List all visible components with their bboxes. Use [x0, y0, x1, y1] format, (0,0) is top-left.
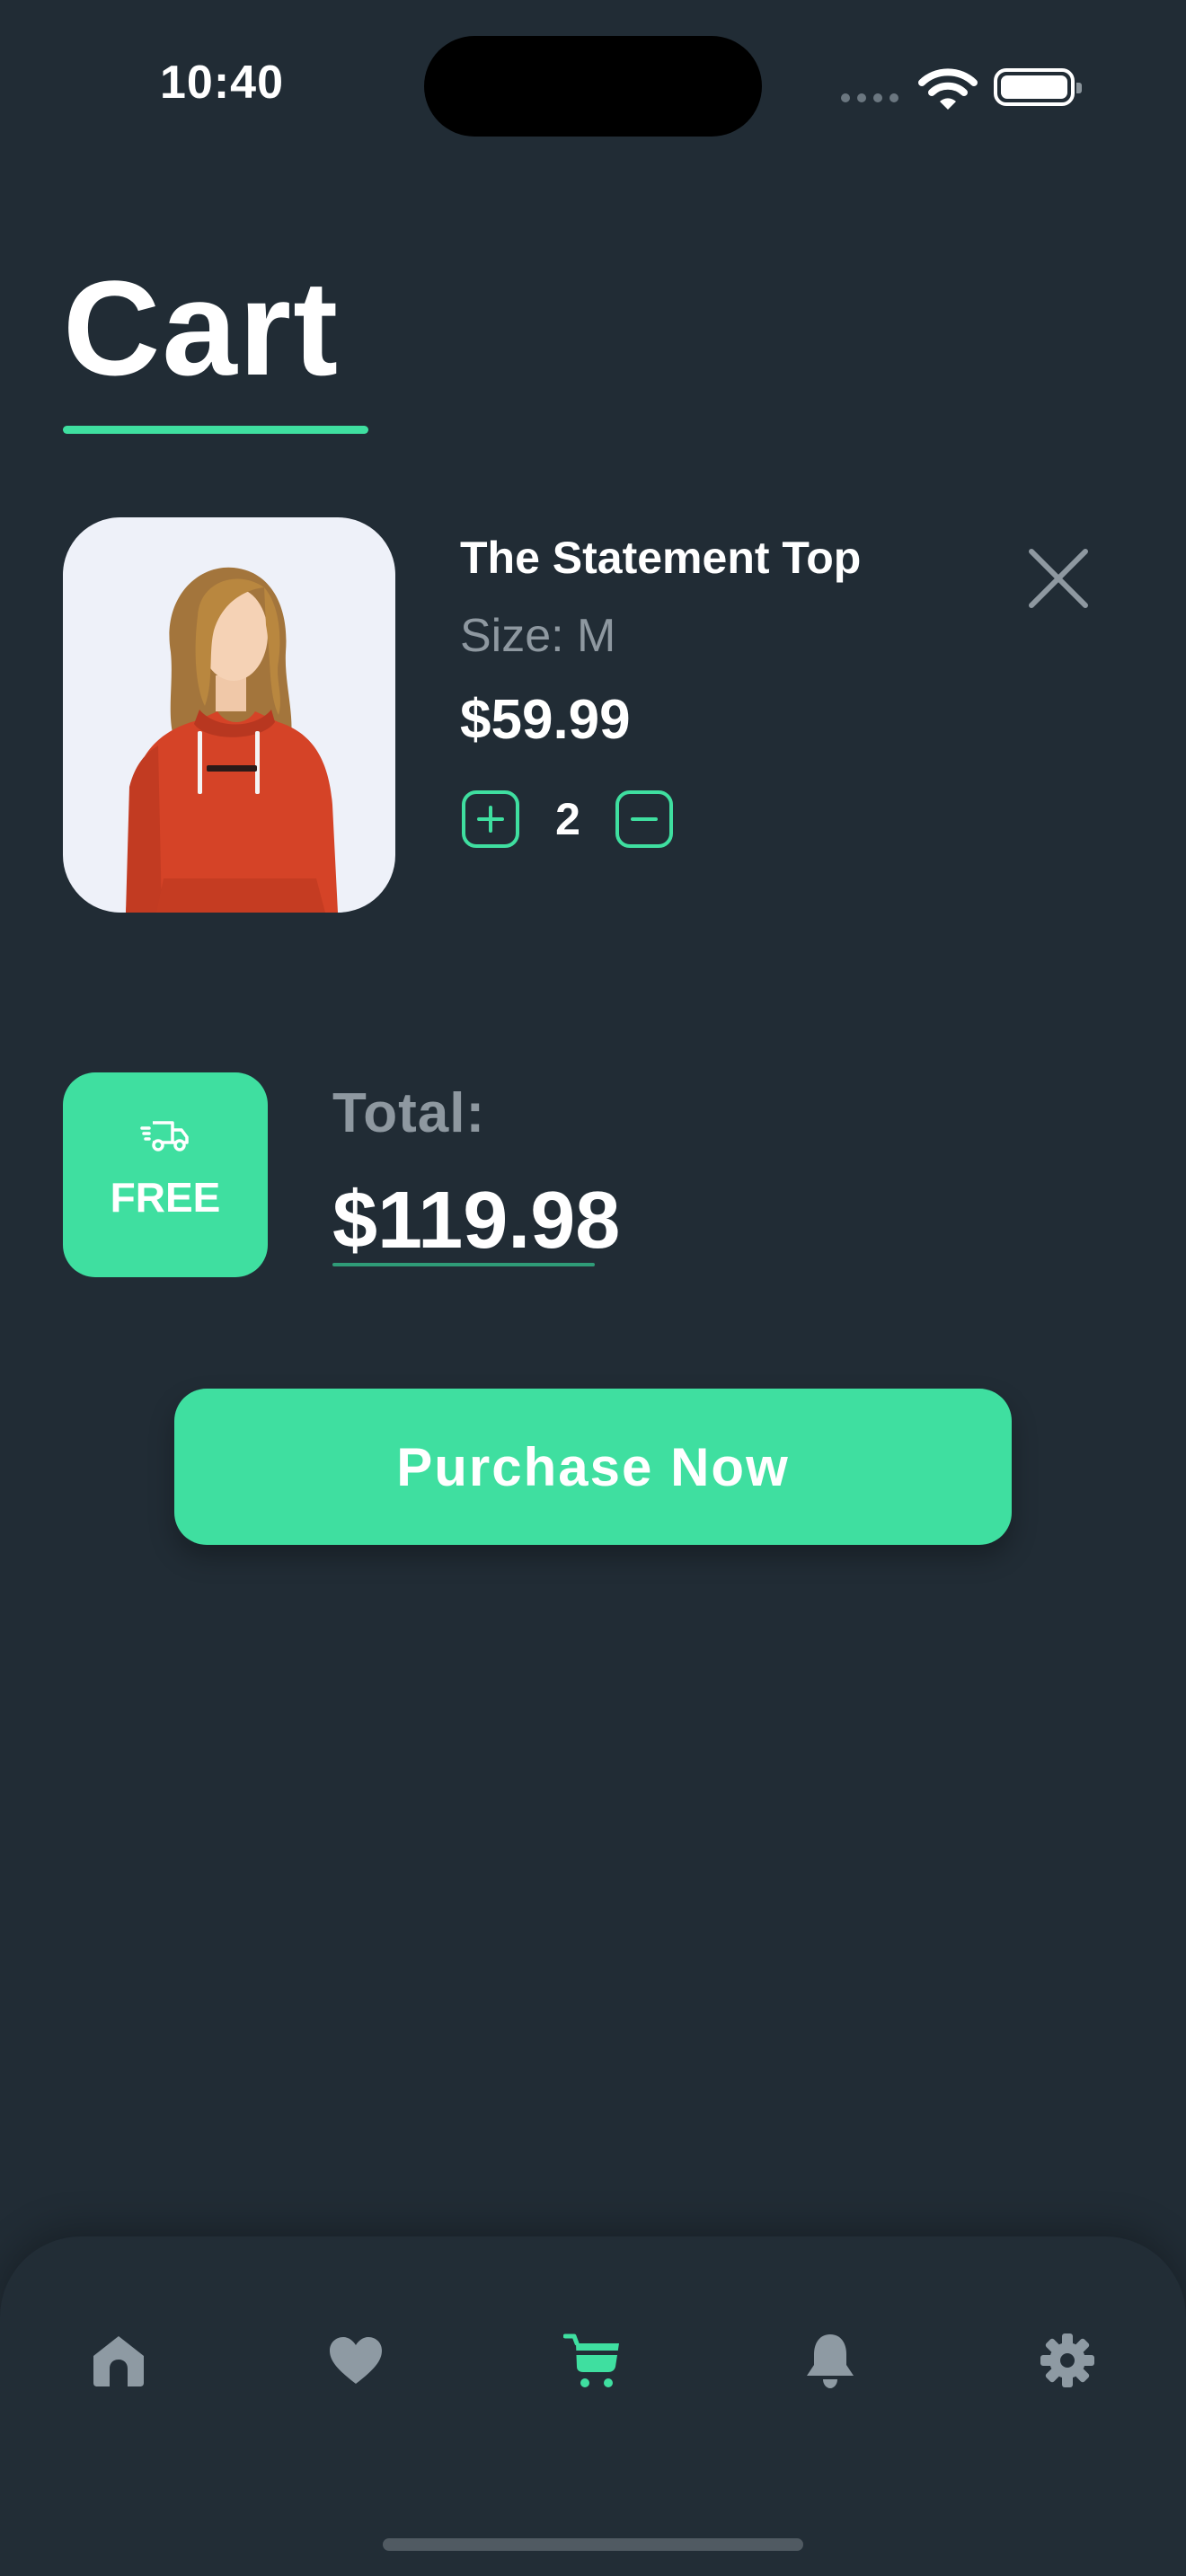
home-icon [93, 2336, 144, 2386]
gear-icon [1040, 2333, 1094, 2387]
nav-item-settings[interactable] [1030, 2323, 1105, 2398]
title-underline [63, 426, 368, 434]
quantity-value: 2 [555, 794, 580, 844]
total-label: Total: [332, 1082, 486, 1144]
total-value: $119.98 [332, 1176, 621, 1266]
nav-item-favorites[interactable] [318, 2323, 394, 2398]
status-time: 10:40 [160, 57, 284, 109]
bell-icon [807, 2334, 854, 2388]
nav-item-home[interactable] [81, 2323, 156, 2398]
free-shipping-badge: FREE [63, 1072, 268, 1277]
bottom-nav [0, 2236, 1186, 2576]
battery-icon [994, 68, 1082, 106]
cart-icon [563, 2333, 620, 2387]
remove-item-button[interactable] [1024, 544, 1093, 613]
delivery-truck-icon [140, 1121, 189, 1151]
quantity-decrease-button[interactable] [615, 790, 673, 848]
wifi-icon [918, 68, 978, 110]
purchase-now-button[interactable]: Purchase Now [174, 1389, 1012, 1545]
quantity-increase-button[interactable] [462, 790, 519, 848]
cellular-signal-icon [841, 93, 898, 102]
product-name: The Statement Top [460, 533, 862, 583]
close-icon [1029, 549, 1088, 608]
cart-screen: 10:40 Cart The Statement Top Size: M $59… [0, 0, 1186, 2576]
minus-icon [631, 817, 658, 821]
nav-item-cart[interactable] [555, 2323, 631, 2398]
total-underline [332, 1263, 595, 1266]
nav-item-notifications[interactable] [792, 2323, 868, 2398]
product-price: $59.99 [460, 689, 631, 751]
product-image [63, 517, 395, 913]
plus-icon [477, 806, 504, 833]
product-size: Size: M [460, 610, 616, 662]
page-title: Cart [63, 252, 341, 403]
shipping-label: FREE [110, 1174, 221, 1221]
home-indicator[interactable] [383, 2538, 803, 2551]
heart-icon [330, 2337, 382, 2384]
dynamic-island [424, 36, 762, 137]
